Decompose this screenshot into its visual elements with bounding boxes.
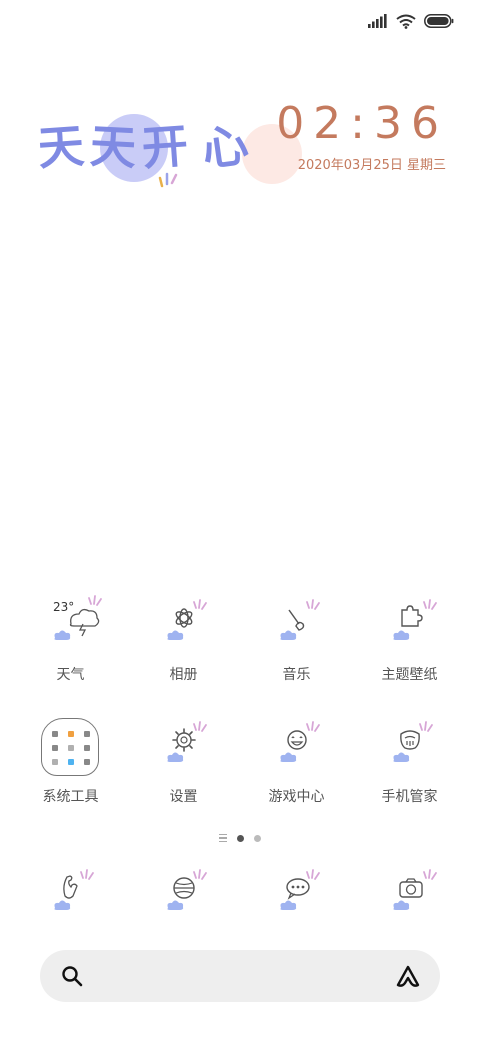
music-icon (279, 599, 320, 640)
signal-icon (368, 14, 387, 28)
dock-phone[interactable] (14, 856, 127, 928)
dock-browser[interactable] (127, 856, 240, 928)
dock-messages[interactable] (240, 856, 353, 928)
camera-icon (392, 869, 437, 910)
app-label: 天气 (56, 667, 85, 683)
battery-icon (424, 14, 454, 28)
dock (14, 856, 466, 928)
clock-time: 02:36 (276, 98, 448, 149)
sparkle-icon (158, 172, 178, 188)
app-folder-system-tools[interactable]: 系统工具 (14, 708, 127, 808)
app-label: 设置 (169, 789, 198, 805)
app-gallery[interactable]: 相册 (127, 586, 240, 686)
app-security[interactable]: 手机管家 (353, 708, 466, 808)
clock-date: 2020年03月25日 星期三 (297, 158, 446, 173)
search-bar[interactable] (40, 950, 440, 1002)
assistant-icon[interactable] (394, 962, 422, 990)
app-settings[interactable]: 设置 (127, 708, 240, 808)
wifi-icon (396, 14, 416, 29)
greeting-widget[interactable]: 天 天 开 心 (36, 104, 302, 194)
settings-icon (166, 721, 207, 762)
app-music[interactable]: 音乐 (240, 586, 353, 686)
page-dot-active[interactable] (237, 834, 244, 842)
greeting-char: 心 (198, 117, 252, 177)
dock-camera[interactable] (353, 856, 466, 928)
app-label: 主题壁纸 (381, 667, 438, 683)
clock-widget[interactable]: 02:36 2020年03月25日 星期三 (276, 96, 448, 173)
gallery-icon (166, 599, 207, 640)
game-center-icon (279, 721, 320, 762)
security-icon (392, 721, 433, 762)
app-themes[interactable]: 主题壁纸 (353, 586, 466, 686)
app-label: 手机管家 (381, 789, 438, 805)
themes-icon (392, 599, 437, 640)
page-dot[interactable] (254, 834, 261, 842)
weather-icon: 23° (53, 595, 102, 640)
app-label: 系统工具 (42, 789, 99, 805)
app-label: 游戏中心 (268, 789, 325, 805)
phone-icon (53, 869, 94, 910)
status-bar (368, 10, 454, 32)
page-indicator[interactable] (0, 834, 480, 842)
app-label: 相册 (169, 667, 198, 683)
search-icon[interactable] (60, 964, 84, 988)
greeting-char: 天 (36, 118, 86, 176)
app-game-center[interactable]: 游戏中心 (240, 708, 353, 808)
app-label: 音乐 (282, 667, 311, 683)
folder-icon (40, 718, 99, 776)
app-drawer-indicator-icon[interactable] (219, 834, 227, 842)
greeting-char: 天 (88, 118, 138, 176)
app-weather[interactable]: 23° 天气 (14, 586, 127, 686)
browser-icon (166, 869, 207, 910)
messages-icon (279, 869, 320, 910)
svg-text:23°: 23° (53, 600, 74, 614)
app-grid: 23° 天气 相册 音乐 主题壁纸 系统工具 设置 游戏中心 手机管家 (14, 586, 466, 808)
